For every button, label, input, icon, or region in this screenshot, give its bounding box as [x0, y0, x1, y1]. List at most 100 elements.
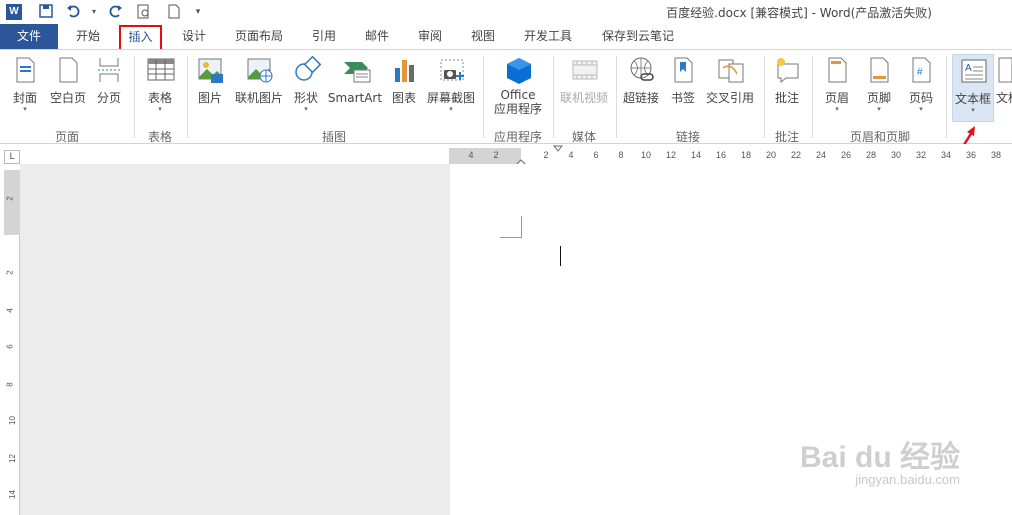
tab-page-layout[interactable]: 页面布局 [226, 24, 292, 49]
tab-developer[interactable]: 开发工具 [514, 24, 582, 49]
word-logo-icon[interactable]: W [6, 4, 22, 20]
group-label-header-footer: 页眉和页脚 [849, 130, 910, 144]
ruler-tick: 2 [543, 150, 549, 160]
chevron-down-icon: ▾ [877, 105, 881, 113]
ruler-margin [449, 148, 521, 164]
bookmark-icon [670, 56, 696, 84]
undo-dropdown-icon[interactable]: ▾ [86, 4, 102, 20]
ruler-tick: 22 [790, 150, 802, 160]
footer-button[interactable]: 页脚 ▾ [862, 56, 896, 113]
ruler-tick: 20 [765, 150, 777, 160]
first-line-indent-marker-icon[interactable] [553, 145, 563, 153]
save-icon[interactable] [38, 4, 54, 20]
ruler-tick: 4 [568, 150, 574, 160]
document-parts-button[interactable]: 文档 [996, 56, 1012, 105]
page-number-icon: # [908, 56, 934, 84]
page-break-button[interactable]: 分页 [93, 56, 125, 105]
smartart-icon [342, 56, 371, 84]
tab-selector[interactable]: L [4, 150, 20, 164]
svg-text:#: # [917, 67, 923, 78]
textbox-icon: A [960, 57, 987, 85]
svg-text:A: A [965, 63, 972, 74]
ruler-tick: 36 [965, 150, 977, 160]
ruler-tick: 38 [990, 150, 1002, 160]
online-video-button[interactable]: 联机视频 [558, 56, 610, 105]
tab-references[interactable]: 引用 [302, 24, 346, 49]
tab-save-to-cloud-note[interactable]: 保存到云笔记 [592, 24, 684, 49]
new-comment-button[interactable]: 批注 [770, 56, 804, 105]
tab-design[interactable]: 设计 [172, 24, 216, 49]
bookmark-button[interactable]: 书签 [666, 56, 700, 105]
blank-page-icon [55, 56, 81, 84]
undo-icon[interactable] [66, 4, 82, 20]
picture-icon [197, 56, 223, 84]
chart-icon [391, 56, 417, 84]
chevron-down-icon: ▾ [23, 105, 27, 113]
customize-qat-icon[interactable]: ▾ [190, 4, 206, 20]
screenshot-button[interactable]: 屏幕截图 ▾ [425, 56, 477, 113]
tab-view[interactable]: 视图 [461, 24, 505, 49]
cross-reference-icon [717, 56, 744, 84]
tab-mailings[interactable]: 邮件 [355, 24, 399, 49]
document-title: 百度经验.docx [兼容模式] - Word(产品激活失败) [666, 6, 932, 20]
chevron-down-icon: ▾ [158, 105, 162, 113]
ribbon: 封面 ▾ 空白页 分页 页面 表格 ▾ 表格 图片 联机图片 形状 ▾ Smar… [0, 49, 1012, 144]
tab-home[interactable]: 开始 [66, 24, 110, 49]
ribbon-tabs: 文件 开始 插入 设计 页面布局 引用 邮件 审阅 视图 开发工具 保存到云笔记 [0, 24, 1012, 49]
tab-review[interactable]: 审阅 [408, 24, 452, 49]
header-button[interactable]: 页眉 ▾ [820, 56, 854, 113]
group-label-tables: 表格 [147, 130, 172, 144]
table-button[interactable]: 表格 ▾ [142, 56, 178, 113]
picture-button[interactable]: 图片 [194, 56, 226, 105]
cross-reference-button[interactable]: 交叉引用 [704, 56, 756, 105]
shapes-icon [293, 55, 322, 84]
group-label-media: 媒体 [571, 130, 596, 144]
group-separator [553, 56, 554, 138]
group-separator [764, 56, 765, 138]
ruler-tick: 28 [865, 150, 877, 160]
table-icon [147, 56, 175, 84]
vruler-tick: 12 [7, 454, 17, 463]
ruler-tick: 30 [890, 150, 902, 160]
online-picture-icon [246, 56, 273, 84]
ruler-tick: 12 [665, 150, 677, 160]
shapes-button[interactable]: 形状 ▾ [290, 55, 322, 113]
textbox-button[interactable]: A 文本框 ▾ [952, 54, 994, 122]
cover-page-button[interactable]: 封面 ▾ [8, 56, 42, 113]
chevron-down-icon: ▾ [449, 105, 453, 113]
chart-button[interactable]: 图表 [388, 56, 420, 105]
tab-insert[interactable]: 插入 [119, 25, 162, 49]
page-number-button[interactable]: # 页码 ▾ [904, 56, 938, 113]
title-bar: W ▾ ▾ 百度经验.docx [兼容模式] - Word(产品激活失败) [0, 0, 1012, 24]
office-apps-button[interactable]: Office 应用程序 [487, 56, 549, 116]
hyperlink-button[interactable]: 超链接 [621, 56, 661, 105]
print-preview-icon[interactable] [136, 4, 152, 20]
tab-file[interactable]: 文件 [0, 24, 58, 49]
group-separator [483, 56, 484, 138]
ruler-tick: 32 [915, 150, 927, 160]
vruler-tick: 6 [5, 344, 15, 349]
baidu-watermark: Bai du 经验 [799, 441, 960, 474]
redo-icon[interactable] [108, 4, 124, 20]
document-canvas [20, 164, 450, 515]
new-document-icon[interactable] [166, 4, 182, 20]
ruler-tick: 16 [715, 150, 727, 160]
online-picture-button[interactable]: 联机图片 [233, 56, 285, 105]
blank-page-button[interactable]: 空白页 [47, 56, 89, 105]
vruler-tick: 2 [5, 270, 15, 275]
footer-icon [866, 56, 892, 84]
vruler-tick: 10 [7, 416, 17, 425]
group-separator [187, 56, 188, 138]
group-label-pages: 页面 [54, 130, 79, 144]
vruler-tick: 14 [7, 490, 17, 499]
vertical-ruler[interactable]: 2 2 4 6 8 10 12 14 [4, 170, 20, 515]
margin-crop-mark [500, 216, 522, 238]
horizontal-ruler[interactable]: 4 2 2 4 6 8 10 12 14 16 18 20 22 24 26 2… [449, 145, 1012, 169]
ruler-tick: 26 [840, 150, 852, 160]
smartart-button[interactable]: SmartArt [327, 56, 383, 105]
group-separator [812, 56, 813, 138]
group-label-comments: 批注 [774, 130, 799, 144]
ruler-tick: 10 [640, 150, 652, 160]
chevron-down-icon: ▾ [835, 105, 839, 113]
video-icon [571, 56, 598, 84]
